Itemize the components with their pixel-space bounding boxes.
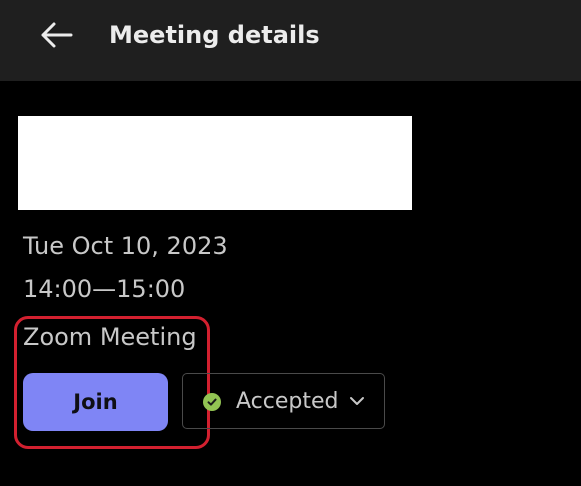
join-button[interactable]: Join — [23, 373, 168, 431]
arrow-left-icon — [41, 22, 73, 48]
meeting-date: Tue Oct 10, 2023 — [23, 232, 228, 260]
meeting-details-screen: Meeting details Tue Oct 10, 2023 14:00—1… — [0, 0, 581, 486]
back-button[interactable] — [32, 15, 80, 55]
chevron-down-icon — [350, 397, 364, 405]
top-app-bar: Meeting details — [0, 0, 581, 81]
rsvp-dropdown[interactable]: Accepted — [182, 373, 385, 429]
accepted-check-icon — [203, 393, 221, 411]
meeting-time: 14:00—15:00 — [23, 275, 186, 303]
redacted-meeting-title — [18, 116, 412, 210]
rsvp-status-label: Accepted — [236, 389, 339, 414]
page-title: Meeting details — [109, 21, 320, 49]
